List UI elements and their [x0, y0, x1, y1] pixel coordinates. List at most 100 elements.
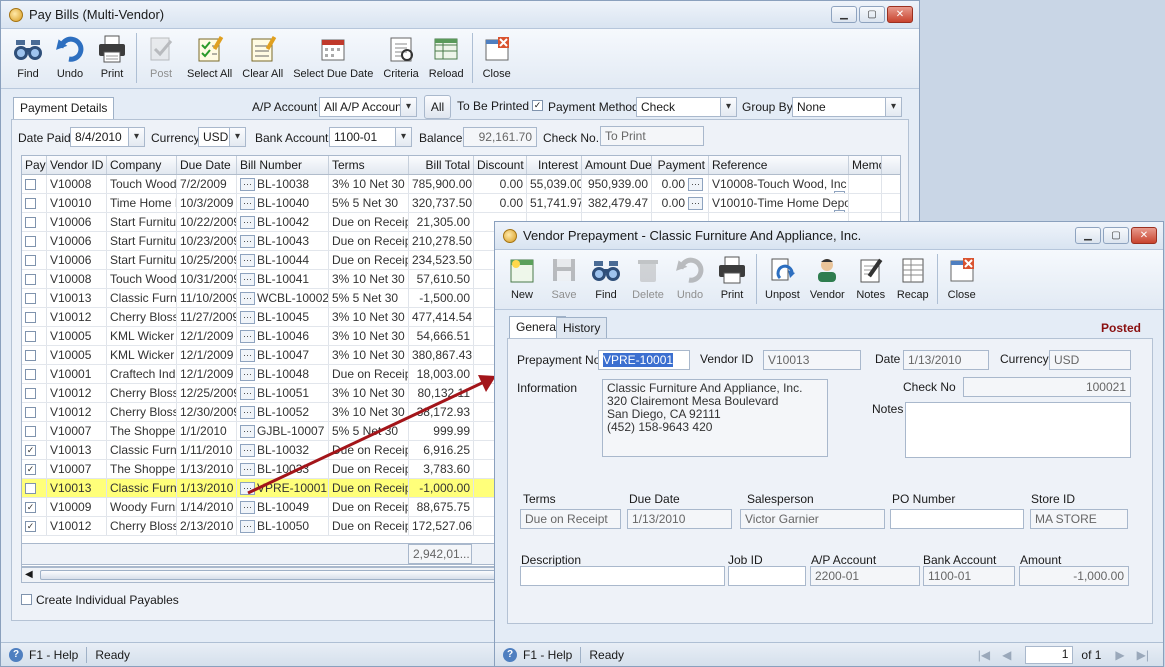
bill-number-cell[interactable]: ··· VPRE-10001: [237, 479, 329, 497]
pay-checkbox[interactable]: [22, 213, 47, 231]
lookup-ellipsis-icon[interactable]: ···: [240, 311, 255, 325]
bill-number-cell[interactable]: ··· BL-10046: [237, 327, 329, 345]
checkbox[interactable]: [25, 483, 36, 495]
terms-input[interactable]: Due on Receipt: [520, 509, 621, 529]
lookup-ellipsis-icon[interactable]: ···: [240, 330, 255, 344]
bill-number-cell[interactable]: ··· BL-10040: [237, 194, 329, 212]
last-page-icon[interactable]: ▶|: [1137, 648, 1149, 662]
pay-bills-titlebar[interactable]: Pay Bills (Multi-Vendor) ▁ ▢ ✕: [1, 1, 919, 29]
lookup-ellipsis-icon[interactable]: ···: [240, 178, 255, 192]
first-page-icon[interactable]: |◀: [978, 648, 990, 662]
lookup-ellipsis-icon[interactable]: ···: [240, 501, 255, 515]
criteria-button[interactable]: Criteria: [378, 33, 423, 80]
pay-checkbox[interactable]: ✓: [22, 460, 47, 478]
date-paid-input[interactable]: 8/4/2010: [70, 127, 145, 147]
new-button[interactable]: New: [501, 254, 543, 301]
pay-checkbox[interactable]: [22, 194, 47, 212]
delete-button[interactable]: Delete: [627, 254, 669, 301]
bill-number-cell[interactable]: ··· GJBL-10007: [237, 422, 329, 440]
undo-button[interactable]: Undo: [669, 254, 711, 301]
checkbox[interactable]: [25, 407, 36, 419]
checkbox[interactable]: [25, 198, 36, 210]
bill-number-cell[interactable]: ··· BL-10051: [237, 384, 329, 402]
bill-number-cell[interactable]: ··· WCBL-10002: [237, 289, 329, 307]
lookup-ellipsis-icon[interactable]: ···: [240, 463, 255, 477]
lookup-ellipsis-icon[interactable]: ···: [240, 273, 255, 287]
bill-number-cell[interactable]: ··· BL-10043: [237, 232, 329, 250]
amount-input[interactable]: -1,000.00: [1019, 566, 1129, 586]
minimize-button[interactable]: ▁: [831, 6, 857, 23]
print-button[interactable]: Print: [91, 33, 133, 80]
column-header-due-date[interactable]: Due Date: [177, 156, 237, 174]
help-text[interactable]: F1 - Help: [29, 648, 78, 662]
column-header-memo[interactable]: Memo: [849, 156, 882, 174]
currency-input[interactable]: USD: [1049, 350, 1131, 370]
post-button[interactable]: Post: [140, 33, 182, 80]
store-id-input[interactable]: MA STORE: [1030, 509, 1128, 529]
close-button[interactable]: Close: [941, 254, 983, 301]
lookup-ellipsis-icon[interactable]: ···: [688, 197, 703, 211]
help-text[interactable]: F1 - Help: [523, 648, 572, 662]
undo-button[interactable]: Undo: [49, 33, 91, 80]
tab-history[interactable]: History: [556, 317, 608, 339]
bill-number-cell[interactable]: ··· BL-10042: [237, 213, 329, 231]
vendor-prepayment-titlebar[interactable]: Vendor Prepayment - Classic Furniture An…: [495, 222, 1163, 250]
column-header-bill-number[interactable]: Bill Number: [237, 156, 329, 174]
prepayment-no-input[interactable]: VPRE-10001: [598, 350, 690, 370]
ap-account-select[interactable]: All A/P Accounts: [319, 97, 417, 117]
group-by-select[interactable]: None: [792, 97, 902, 117]
bill-number-cell[interactable]: ··· BL-10041: [237, 270, 329, 288]
column-header-amount-due[interactable]: Amount Due: [582, 156, 652, 174]
close-window-button[interactable]: ✕: [887, 6, 913, 23]
chevron-down-icon[interactable]: ▾: [833, 191, 845, 193]
pay-checkbox[interactable]: [22, 327, 47, 345]
select-all-button[interactable]: Select All: [182, 33, 237, 80]
payment-method-checkbox[interactable]: ✓: [532, 100, 543, 111]
pay-checkbox[interactable]: ✓: [22, 517, 47, 535]
pay-checkbox[interactable]: [22, 289, 47, 307]
payment-cell[interactable]: 0.00 ···: [652, 175, 709, 193]
find-button[interactable]: Find: [585, 254, 627, 301]
column-header-bill-total[interactable]: Bill Total: [409, 156, 474, 174]
close-window-button[interactable]: ✕: [1131, 227, 1157, 244]
bill-number-cell[interactable]: ··· BL-10048: [237, 365, 329, 383]
column-header-discount[interactable]: Discount: [474, 156, 527, 174]
create-individual-checkbox[interactable]: [21, 594, 32, 605]
lookup-ellipsis-icon[interactable]: ···: [240, 387, 255, 401]
table-row[interactable]: V10010Time Home De10/3/2009···BL-100405%…: [22, 194, 900, 213]
pay-checkbox[interactable]: ✓: [22, 441, 47, 459]
checkbox[interactable]: ✓: [25, 464, 36, 476]
close-button[interactable]: Close: [476, 33, 518, 80]
checkbox[interactable]: [25, 236, 36, 248]
bank-account-input[interactable]: 1100-01: [923, 566, 1015, 586]
column-header-reference[interactable]: Reference: [709, 156, 849, 174]
lookup-ellipsis-icon[interactable]: ···: [240, 482, 255, 496]
reference-cell[interactable]: V10010-Time Home Depo▾: [709, 194, 849, 212]
column-header-terms[interactable]: Terms: [329, 156, 409, 174]
pay-checkbox[interactable]: [22, 422, 47, 440]
checkbox[interactable]: [25, 312, 36, 324]
job-id-input[interactable]: [728, 566, 806, 586]
pay-checkbox[interactable]: [22, 479, 47, 497]
pay-checkbox[interactable]: [22, 175, 47, 193]
maximize-button[interactable]: ▢: [859, 6, 885, 23]
information-textarea[interactable]: Classic Furniture And Appliance, Inc. 32…: [602, 379, 828, 457]
checkbox[interactable]: [25, 255, 36, 267]
checkbox[interactable]: [25, 293, 36, 305]
lookup-ellipsis-icon[interactable]: ···: [240, 444, 255, 458]
pay-checkbox[interactable]: ✓: [22, 498, 47, 516]
column-header-payment[interactable]: Payment: [652, 156, 709, 174]
payment-cell[interactable]: 0.00 ···: [652, 194, 709, 212]
chevron-down-icon[interactable]: ▾: [833, 210, 845, 212]
vendor-id-input[interactable]: V10013: [763, 350, 861, 370]
column-header-company[interactable]: Company: [107, 156, 177, 174]
checkbox[interactable]: [25, 426, 36, 438]
checkbox[interactable]: [25, 350, 36, 362]
checkbox[interactable]: [25, 369, 36, 381]
all-button[interactable]: All: [424, 95, 451, 119]
payment-method-select[interactable]: Check: [636, 97, 737, 117]
save-button[interactable]: Save: [543, 254, 585, 301]
pay-checkbox[interactable]: [22, 346, 47, 364]
unpost-button[interactable]: Unpost: [760, 254, 805, 301]
checkbox[interactable]: ✓: [25, 521, 36, 533]
